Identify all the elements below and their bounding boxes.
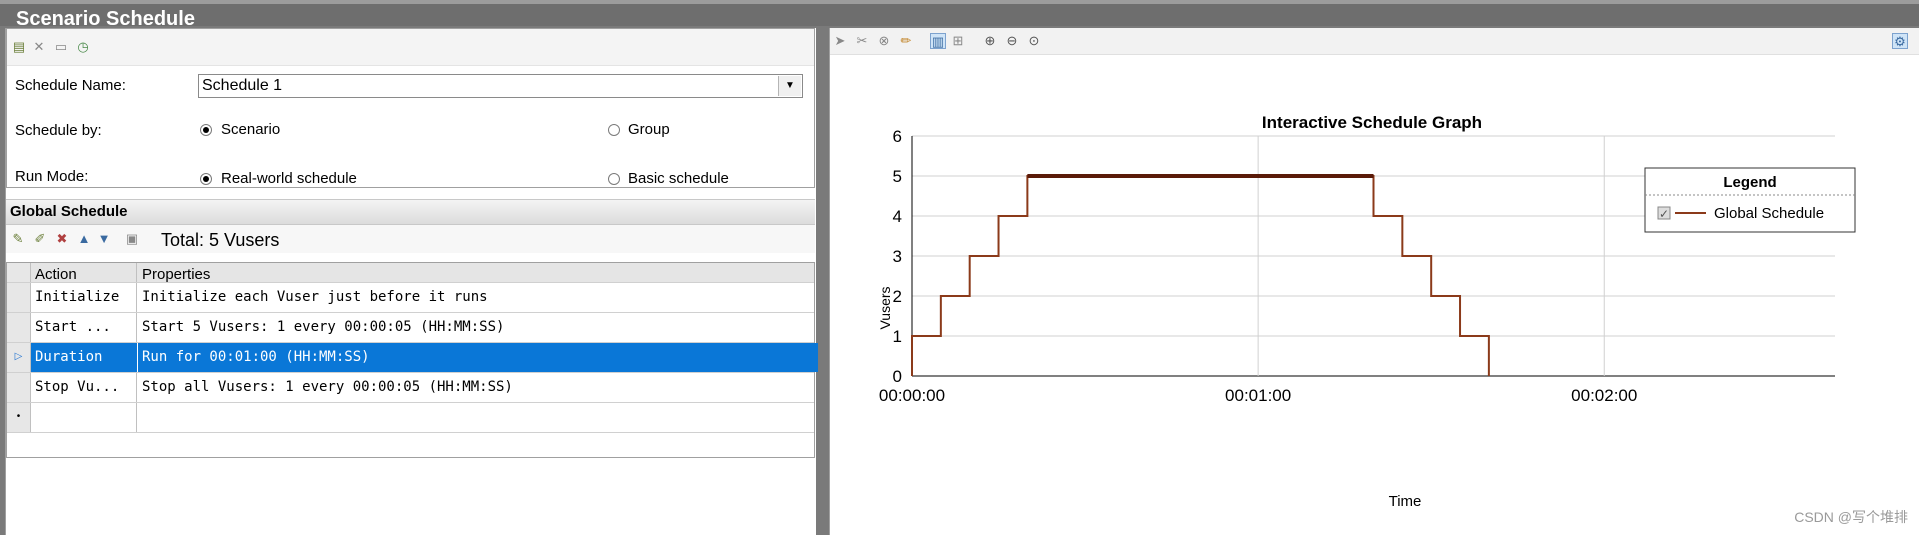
properties-cell[interactable]: Stop all Vusers: 1 every 00:00:05 (HH:MM… bbox=[138, 373, 818, 402]
rename-icon[interactable]: ▭ bbox=[53, 39, 69, 55]
y-tick-label: 1 bbox=[893, 327, 902, 346]
table-row[interactable]: Initialize Initialize each Vuser just be… bbox=[7, 283, 814, 313]
action-cell[interactable]: Stop Vu... bbox=[31, 373, 137, 402]
radio-real-world-label: Real-world schedule bbox=[221, 170, 357, 187]
legend-series-label: Global Schedule bbox=[1714, 205, 1824, 222]
radio-scenario-label: Scenario bbox=[221, 121, 281, 138]
schedule-name-label: Schedule Name: bbox=[15, 77, 126, 94]
table-row[interactable]: Start ... Start 5 Vusers: 1 every 00:00:… bbox=[7, 313, 814, 343]
schedule-by-label: Schedule by: bbox=[15, 122, 102, 139]
move-down-icon[interactable]: ▼ bbox=[96, 231, 112, 247]
y-tick-label: 0 bbox=[893, 367, 902, 386]
x-tick-label: 00:00:00 bbox=[879, 386, 945, 405]
global-schedule-header: Global Schedule bbox=[6, 199, 815, 225]
x-axis-ticks: 00:00:00 00:01:00 00:02:00 bbox=[879, 386, 1637, 405]
row-selector[interactable] bbox=[7, 373, 31, 402]
edit-mode-icon[interactable]: ▥ bbox=[930, 33, 946, 49]
y-tick-label: 5 bbox=[893, 167, 902, 186]
radio-real-world[interactable] bbox=[200, 173, 212, 185]
new-row-star-icon[interactable]: • bbox=[7, 403, 31, 432]
row-selector-header bbox=[7, 263, 31, 282]
watermark: CSDN @写个堆排 bbox=[1794, 509, 1908, 525]
series-line bbox=[911, 175, 1490, 376]
radio-scenario[interactable] bbox=[200, 124, 212, 136]
action-cell[interactable]: Start ... bbox=[31, 313, 137, 342]
graph-toolbar: ➤ ✂ ⊗ ✏ ▥ ⊞ ⊕ ⊖ ⊙ ⚙ bbox=[830, 28, 1919, 55]
fit-view-icon[interactable]: ⊞ bbox=[950, 33, 966, 49]
move-up-icon[interactable]: ▲ bbox=[76, 231, 92, 247]
x-axis-label: Time bbox=[1389, 493, 1422, 510]
grid-header-row: Action Properties bbox=[7, 263, 814, 283]
split-tool-icon[interactable]: ✂ bbox=[854, 33, 870, 49]
radio-group-label: Group bbox=[628, 121, 670, 138]
action-cell[interactable]: Initialize bbox=[31, 283, 137, 312]
new-row[interactable]: • bbox=[7, 403, 814, 433]
radio-group[interactable] bbox=[608, 124, 620, 136]
properties-cell[interactable]: Initialize each Vuser just before it run… bbox=[138, 283, 818, 312]
row-selector[interactable] bbox=[7, 283, 31, 312]
schedule-name-value: Schedule 1 bbox=[202, 77, 283, 94]
delete-point-icon[interactable]: ⊗ bbox=[876, 33, 892, 49]
new-schedule-icon[interactable]: ▤ bbox=[11, 39, 27, 55]
legend-check-icon: ✓ bbox=[1659, 207, 1669, 221]
run-mode-label: Run Mode: bbox=[15, 168, 89, 185]
delete-action-icon[interactable]: ✖ bbox=[54, 231, 70, 247]
left-panel: ▤ ✕ ▭ ◷ Schedule Name: Schedule 1 ▼ Sche… bbox=[5, 28, 818, 535]
window-title-bar: Scenario Schedule bbox=[0, 0, 1919, 30]
schedule-graph[interactable]: Interactive Schedule Graph 0 1 2 3 4 5 6 00:00… bbox=[830, 54, 1919, 535]
properties-cell[interactable]: Start 5 Vusers: 1 every 00:00:05 (HH:MM:… bbox=[138, 313, 818, 342]
chart-title: Interactive Schedule Graph bbox=[1262, 113, 1482, 132]
y-axis-label: Vusers bbox=[877, 286, 893, 329]
graph-settings-icon[interactable]: ⚙ bbox=[1892, 33, 1908, 49]
schedule-name-dropdown[interactable]: Schedule 1 ▼ bbox=[198, 74, 803, 98]
zoom-out-icon[interactable]: ⊖ bbox=[1004, 33, 1020, 49]
run-schedule-icon[interactable]: ◷ bbox=[75, 39, 91, 55]
properties-cell[interactable]: Run for 00:01:00 (HH:MM:SS) bbox=[138, 343, 818, 372]
global-schedule-title: Global Schedule bbox=[10, 203, 128, 220]
column-header-action[interactable]: Action bbox=[31, 263, 137, 282]
y-tick-label: 3 bbox=[893, 247, 902, 266]
legend-title: Legend bbox=[1723, 174, 1776, 191]
copy-icon[interactable]: ▣ bbox=[124, 231, 140, 247]
radio-basic-label: Basic schedule bbox=[628, 170, 729, 187]
current-row-arrow-icon[interactable]: ▷ bbox=[7, 343, 31, 372]
x-tick-label: 00:02:00 bbox=[1571, 386, 1637, 405]
series-layer bbox=[911, 174, 1490, 376]
delete-icon[interactable]: ✕ bbox=[31, 39, 47, 55]
total-vusers: Total: 5 Vusers bbox=[161, 230, 280, 250]
table-row[interactable]: ▷ Duration Run for 00:01:00 (HH:MM:SS) bbox=[7, 343, 818, 373]
chevron-down-icon[interactable]: ▼ bbox=[778, 76, 801, 96]
action-cell[interactable] bbox=[31, 403, 137, 432]
x-tick-label: 00:01:00 bbox=[1225, 386, 1291, 405]
zoom-in-icon[interactable]: ⊕ bbox=[982, 33, 998, 49]
global-schedule-toolbar: ✎ ✐ ✖ ▲ ▼ ▣ Total: 5 Vusers bbox=[6, 225, 815, 253]
pencil-icon[interactable]: ✏ bbox=[898, 33, 914, 49]
edit-action-icon[interactable]: ✐ bbox=[32, 231, 48, 247]
y-tick-label: 4 bbox=[893, 207, 902, 226]
y-tick-label: 6 bbox=[893, 127, 902, 146]
y-axis-ticks: 0 1 2 3 4 5 6 bbox=[893, 127, 902, 386]
table-row[interactable]: Stop Vu... Stop all Vusers: 1 every 00:0… bbox=[7, 373, 814, 403]
select-tool-icon[interactable]: ➤ bbox=[832, 33, 848, 49]
schedule-toolbar: ▤ ✕ ▭ ◷ bbox=[7, 29, 814, 66]
add-action-icon[interactable]: ✎ bbox=[10, 231, 26, 247]
graph-panel: ➤ ✂ ⊗ ✏ ▥ ⊞ ⊕ ⊖ ⊙ ⚙ Interactive Schedule… bbox=[829, 28, 1919, 535]
zoom-reset-icon[interactable]: ⊙ bbox=[1026, 33, 1042, 49]
radio-basic[interactable] bbox=[608, 173, 620, 185]
schedule-settings: ▤ ✕ ▭ ◷ Schedule Name: Schedule 1 ▼ Sche… bbox=[6, 28, 815, 188]
legend: Legend ✓ Global Schedule bbox=[1644, 167, 1856, 233]
actions-grid: Action Properties Initialize Initialize … bbox=[6, 262, 818, 458]
row-selector[interactable] bbox=[7, 313, 31, 342]
y-tick-label: 2 bbox=[893, 287, 902, 306]
properties-cell[interactable] bbox=[138, 403, 818, 432]
column-header-properties[interactable]: Properties bbox=[138, 263, 818, 283]
action-cell[interactable]: Duration bbox=[31, 343, 137, 372]
